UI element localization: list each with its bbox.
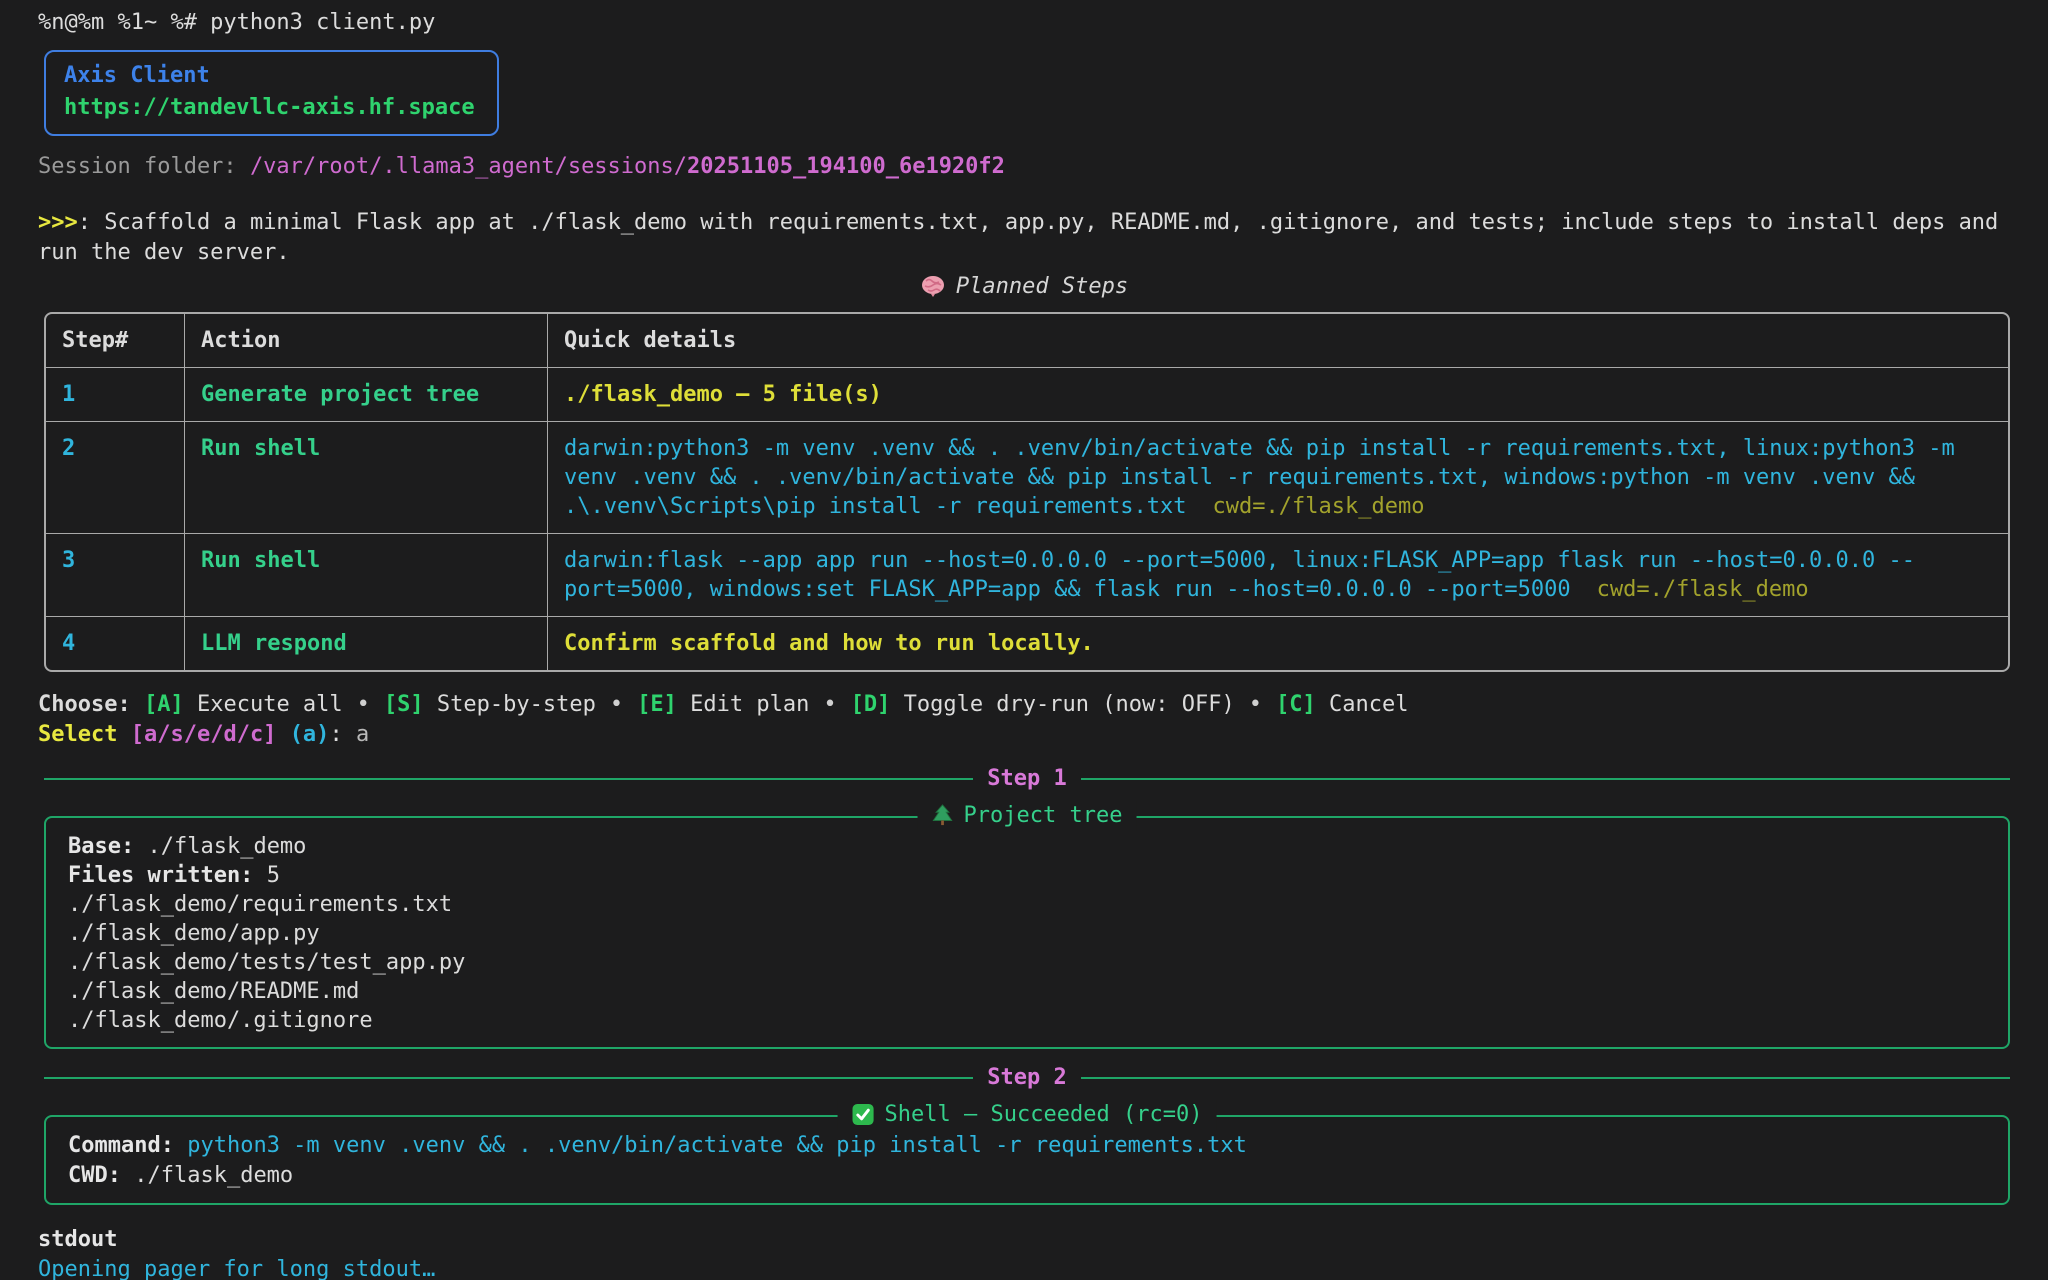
project-tree-box: Project tree Base: ./flask_demo Files wr… (44, 816, 2010, 1049)
planned-steps-table: Step# Action Quick details 1 Generate pr… (44, 312, 2010, 672)
option-label-step-by-step: Step-by-step (437, 692, 596, 717)
option-label-edit-plan: Edit plan (690, 692, 809, 717)
step-action: Generate project tree (185, 368, 548, 422)
option-key-edit-plan: [E] (637, 692, 677, 717)
select-typed-value[interactable]: a (356, 722, 369, 747)
step-action: Run shell (185, 534, 548, 617)
brain-icon (920, 274, 946, 298)
file-path: ./flask_demo/README.md (68, 977, 1986, 1006)
option-label-dry-run: Toggle dry-run (now: OFF) (904, 692, 1235, 717)
stdout-message: Opening pager for long stdout… (38, 1255, 2010, 1280)
option-key-dry-run: [D] (851, 692, 891, 717)
select-label: Select (38, 722, 117, 747)
session-id: 20251105_194100_6e1920f2 (687, 154, 1005, 179)
file-path: ./flask_demo/tests/test_app.py (68, 948, 1986, 977)
user-prompt-line: >>>: Scaffold a minimal Flask app at ./f… (38, 208, 2010, 268)
step-details: Confirm scaffold and how to run locally. (564, 631, 1094, 656)
terminal-window: %n@%m %1~ %# python3 client.py Axis Clie… (0, 0, 2048, 1280)
check-icon (852, 1103, 875, 1126)
choose-label: Choose: (38, 692, 131, 717)
step-cwd: cwd=./flask_demo (1597, 577, 1809, 602)
column-header-details: Quick details (548, 314, 2008, 368)
column-header-step: Step# (46, 314, 185, 368)
user-prompt-text: Scaffold a minimal Flask app at ./flask_… (38, 210, 1998, 265)
file-path: ./flask_demo/requirements.txt (68, 890, 1986, 919)
base-label: Base: (68, 834, 134, 859)
cwd-label: CWD: (68, 1163, 121, 1188)
session-folder-path: /var/root/.llama3_agent/sessions/ (250, 154, 687, 179)
option-label-cancel: Cancel (1329, 692, 1408, 717)
file-path: ./flask_demo/app.py (68, 919, 1986, 948)
shell-result-box: Shell — Succeeded (rc=0) Command: python… (44, 1115, 2010, 1205)
table-row: 1 Generate project tree ./flask_demo — 5… (46, 368, 2008, 422)
cwd-value: ./flask_demo (134, 1163, 293, 1188)
files-written-label: Files written: (68, 863, 253, 888)
column-header-action: Action (185, 314, 548, 368)
file-path: ./flask_demo/.gitignore (68, 1006, 1986, 1035)
table-row: 3 Run shell darwin:flask --app app run -… (46, 534, 2008, 617)
session-folder-line: Session folder: /var/root/.llama3_agent/… (38, 152, 2010, 182)
shell-prompt-line: %n@%m %1~ %# python3 client.py (38, 8, 2010, 38)
step-number: 2 (46, 422, 185, 534)
app-title: Axis Client (64, 60, 475, 92)
option-key-step-by-step: [S] (384, 692, 424, 717)
step-2-separator: Step 2 (44, 1063, 2010, 1093)
command-label: Command: (68, 1133, 174, 1158)
step-2-title: Step 2 (973, 1063, 1080, 1093)
step-1-separator: Step 1 (44, 764, 2010, 794)
option-label-execute-all: Execute all (197, 692, 343, 717)
select-keys: [a/s/e/d/c] (131, 722, 277, 747)
step-action: Run shell (185, 422, 548, 534)
step-number: 1 (46, 368, 185, 422)
table-header-row: Step# Action Quick details (46, 314, 2008, 368)
select-input-line[interactable]: Select [a/s/e/d/c] (a): a (38, 720, 2010, 750)
step-1-title: Step 1 (973, 764, 1080, 794)
select-default: (a) (290, 722, 330, 747)
tree-base-line: Base: ./flask_demo (68, 832, 1986, 861)
table-row: 4 LLM respond Confirm scaffold and how t… (46, 617, 2008, 670)
step-cwd: cwd=./flask_demo (1213, 494, 1425, 519)
step-number: 4 (46, 617, 185, 670)
command-line: Command: python3 -m venv .venv && . .ven… (68, 1131, 1986, 1161)
planned-steps-title: Planned Steps (38, 272, 2010, 302)
step-number: 3 (46, 534, 185, 617)
project-tree-box-label: Project tree (918, 801, 1137, 831)
app-url[interactable]: https://tandevllc-axis.hf.space (64, 92, 475, 124)
files-written-line: Files written: 5 (68, 861, 1986, 890)
choose-options-line: Choose: [A] Execute all•[S] Step-by-step… (38, 690, 2010, 720)
axis-client-banner: Axis Client https://tandevllc-axis.hf.sp… (44, 50, 499, 136)
tree-icon (932, 803, 954, 827)
cwd-line: CWD: ./flask_demo (68, 1161, 1986, 1191)
files-written-count: 5 (267, 863, 280, 888)
base-value: ./flask_demo (147, 834, 306, 859)
step-details: ./flask_demo — 5 file(s) (564, 382, 882, 407)
prompt-marker: >>> (38, 210, 78, 235)
shell-result-box-label: Shell — Succeeded (rc=0) (838, 1100, 1217, 1130)
stdout-label: stdout (38, 1225, 2010, 1255)
option-key-cancel: [C] (1276, 692, 1316, 717)
option-key-execute-all: [A] (144, 692, 184, 717)
step-action: LLM respond (185, 617, 548, 670)
table-row: 2 Run shell darwin:python3 -m venv .venv… (46, 422, 2008, 534)
command-value: python3 -m venv .venv && . .venv/bin/act… (187, 1133, 1247, 1158)
session-folder-label: Session folder: (38, 154, 237, 179)
shell-command: %n@%m %1~ %# python3 client.py (38, 10, 435, 35)
